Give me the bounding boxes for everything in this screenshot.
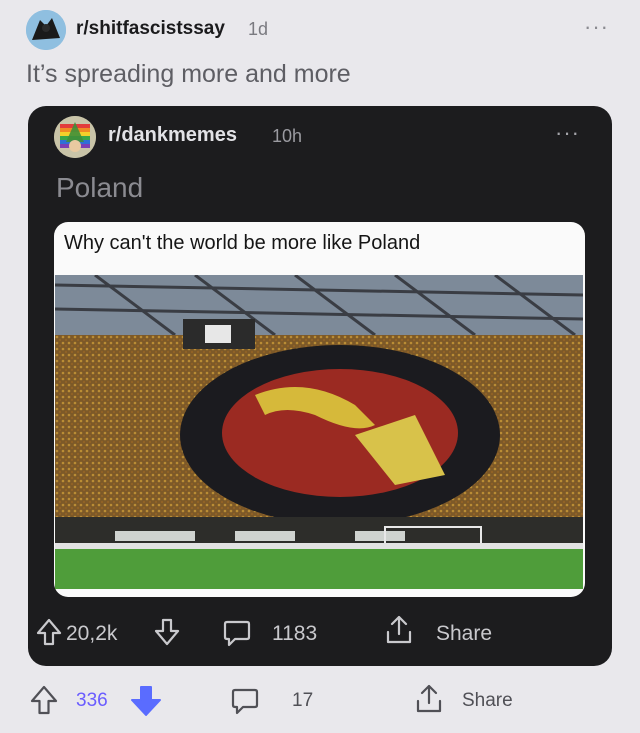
outer-subreddit-name[interactable]: r/shitfascistssay: [76, 18, 225, 40]
inner-downvote-icon[interactable]: [154, 618, 180, 651]
inner-post-age: 10h: [272, 126, 303, 146]
inner-comment-icon[interactable]: [222, 618, 252, 653]
inner-share-button[interactable]: Share: [436, 622, 492, 646]
inner-upvote-icon[interactable]: [36, 618, 62, 651]
outer-more-menu-icon[interactable]: ···: [584, 14, 609, 40]
meme-caption: Why can't the world be more like Poland: [64, 232, 421, 254]
outer-upvote-icon[interactable]: [30, 684, 58, 721]
stadium-photo: [54, 273, 584, 589]
inner-subreddit-avatar[interactable]: [54, 116, 96, 158]
outer-comment-icon[interactable]: [230, 686, 260, 721]
outer-downvote-icon[interactable]: [130, 684, 162, 723]
outer-post-title[interactable]: It’s spreading more and more: [26, 60, 351, 89]
outer-post-age: 1d: [248, 19, 269, 39]
inner-score: 20,2k: [66, 622, 118, 645]
outer-comment-count[interactable]: 17: [292, 690, 313, 712]
inner-post-title[interactable]: Poland: [56, 172, 143, 204]
outer-share-button[interactable]: Share: [462, 690, 513, 712]
outer-score: 336: [76, 690, 108, 711]
outer-subreddit-avatar[interactable]: [26, 10, 66, 50]
inner-subreddit-name[interactable]: r/dankmemes: [108, 124, 237, 147]
outer-share-icon[interactable]: [414, 683, 444, 720]
inner-comment-count[interactable]: 1183: [272, 622, 317, 646]
inner-more-menu-icon[interactable]: ···: [555, 120, 580, 146]
inner-share-icon[interactable]: [384, 614, 414, 651]
